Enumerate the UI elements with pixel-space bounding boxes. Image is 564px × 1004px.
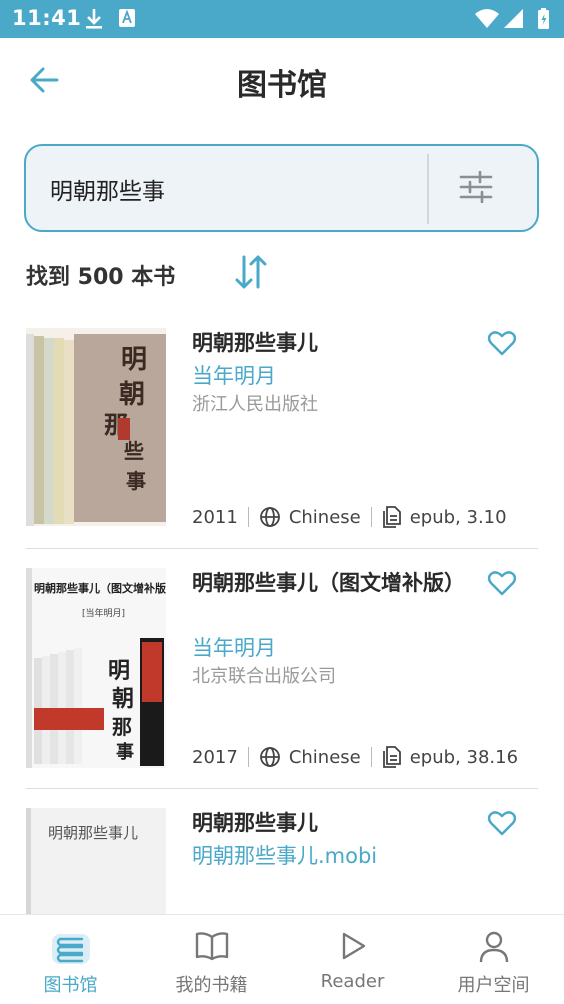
globe-icon bbox=[259, 506, 281, 528]
svg-text:朝: 朝 bbox=[112, 686, 134, 712]
book-author[interactable]: 当年明月 bbox=[192, 632, 276, 662]
book-language: Chinese bbox=[288, 746, 361, 768]
search-divider bbox=[427, 154, 429, 224]
heart-icon bbox=[487, 331, 517, 360]
book-list-item[interactable]: 明 朝 那 些 事 明朝那些事儿 当年明月 浙江人民出版社 2011 Chine… bbox=[26, 328, 538, 549]
results-count: 找到 500 本书 bbox=[26, 265, 176, 290]
svg-text:朝: 朝 bbox=[119, 379, 145, 410]
sort-button[interactable] bbox=[232, 254, 270, 294]
search-box[interactable]: 明朝那些事 bbox=[24, 144, 539, 232]
book-title: 明朝那些事儿（图文增补版） bbox=[192, 571, 465, 595]
svg-text:[当年明月]: [当年明月] bbox=[82, 607, 125, 619]
favorite-button[interactable] bbox=[487, 810, 518, 840]
favorite-button[interactable] bbox=[487, 570, 518, 600]
book-cover-image: 明朝那些事儿（图文增补版） [当年明月] 明 朝 那 事 bbox=[26, 568, 177, 768]
heart-icon bbox=[487, 811, 517, 840]
library-icon bbox=[51, 931, 90, 969]
heart-icon bbox=[487, 571, 517, 600]
item-divider bbox=[26, 788, 538, 789]
nav-label: 我的书籍 bbox=[175, 975, 248, 996]
bottom-nav: 图书馆 我的书籍 Reader 用户空间 bbox=[0, 914, 564, 1004]
book-meta: 2017 Chinese epub, 38.16 bbox=[192, 746, 518, 768]
book-publisher: 北京联合出版公司 bbox=[192, 666, 336, 687]
book-format: epub, 38.16 bbox=[409, 746, 519, 768]
book-year: 2017 bbox=[192, 746, 238, 768]
nav-item-user-space[interactable]: 用户空间 bbox=[423, 915, 564, 1004]
status-icons bbox=[474, 7, 554, 35]
search-input[interactable]: 明朝那些事 bbox=[50, 172, 165, 206]
file-icon bbox=[382, 506, 402, 528]
page-title: 图书馆 bbox=[237, 68, 327, 103]
nav-item-reader[interactable]: Reader bbox=[282, 915, 423, 1004]
wifi-icon bbox=[475, 9, 499, 28]
file-icon bbox=[382, 746, 402, 768]
status-bar: 11:41 bbox=[0, 0, 564, 38]
signal-icon bbox=[504, 9, 523, 28]
globe-icon bbox=[259, 746, 281, 768]
svg-text:些: 些 bbox=[124, 439, 144, 463]
book-author[interactable]: 明朝那些事儿.mobi bbox=[192, 840, 377, 870]
download-icon bbox=[84, 7, 104, 35]
app-notification-icon bbox=[118, 8, 136, 32]
item-divider bbox=[26, 548, 538, 549]
meta-separator bbox=[370, 507, 372, 527]
user-icon bbox=[479, 931, 509, 967]
svg-text:事: 事 bbox=[126, 469, 146, 493]
nav-label: 用户空间 bbox=[457, 975, 530, 996]
book-publisher: 浙江人民出版社 bbox=[192, 394, 318, 415]
book-list-item[interactable]: 明朝那些事儿 明朝那些事儿 明朝那些事儿.mobi bbox=[26, 808, 538, 914]
book-title: 明朝那些事儿 bbox=[192, 331, 318, 355]
book-open-icon bbox=[195, 931, 229, 965]
svg-text:明朝那些事儿（图文增补版）: 明朝那些事儿（图文增补版） bbox=[34, 581, 166, 595]
meta-separator bbox=[247, 747, 249, 767]
status-time: 11:41 bbox=[12, 6, 82, 30]
cover-title-text: 明朝那些事儿 bbox=[48, 824, 138, 842]
book-title: 明朝那些事儿 bbox=[192, 811, 318, 835]
filter-button[interactable] bbox=[446, 166, 506, 212]
meta-separator bbox=[247, 507, 249, 527]
app-header: 图书馆 bbox=[0, 38, 564, 128]
book-language: Chinese bbox=[288, 506, 361, 528]
book-cover-image: 明朝那些事儿 bbox=[26, 808, 166, 914]
book-author[interactable]: 当年明月 bbox=[192, 360, 276, 390]
book-meta: 2011 Chinese epub, 3.10 bbox=[192, 506, 507, 528]
nav-item-library[interactable]: 图书馆 bbox=[0, 915, 141, 1004]
svg-text:明: 明 bbox=[121, 345, 147, 375]
sort-arrows-icon bbox=[234, 253, 268, 295]
sliders-icon bbox=[458, 170, 494, 207]
book-cover-image: 明 朝 那 些 事 bbox=[26, 328, 166, 526]
svg-text:事: 事 bbox=[116, 741, 134, 763]
book-format: epub, 3.10 bbox=[409, 506, 507, 528]
favorite-button[interactable] bbox=[487, 330, 518, 360]
nav-label: 图书馆 bbox=[43, 975, 98, 996]
nav-item-my-books[interactable]: 我的书籍 bbox=[141, 915, 282, 1004]
svg-text:那: 那 bbox=[112, 715, 132, 739]
book-list-item[interactable]: 明朝那些事儿（图文增补版） [当年明月] 明 朝 那 事 明朝那些事儿（图文增补… bbox=[26, 568, 538, 789]
nav-label: Reader bbox=[320, 971, 385, 992]
book-year: 2011 bbox=[192, 506, 238, 528]
meta-separator bbox=[370, 747, 372, 767]
svg-text:明: 明 bbox=[108, 658, 130, 684]
play-icon bbox=[338, 931, 368, 965]
